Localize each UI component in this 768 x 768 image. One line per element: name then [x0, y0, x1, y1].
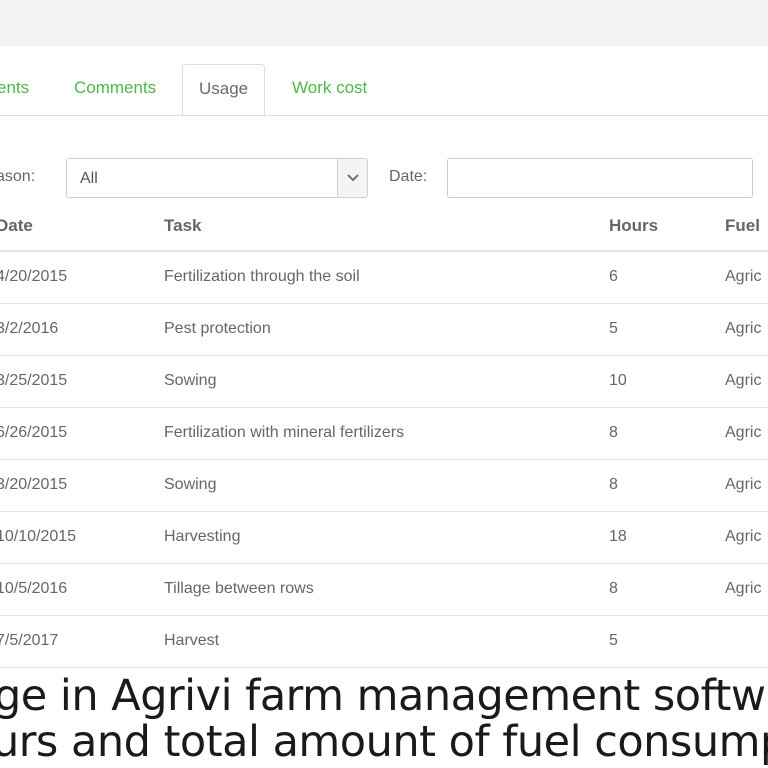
cell-date: 4/20/2015 — [0, 268, 68, 285]
cell-hours: 10 — [609, 372, 627, 389]
cell-date: 10/5/2016 — [0, 580, 68, 597]
cell-fuel: Agric — [725, 580, 762, 597]
cell-task: Tillage between rows — [164, 580, 314, 597]
cell-task: Sowing — [164, 476, 217, 493]
caption-line-1: ge in Agrivi farm management softwa — [0, 671, 768, 721]
table-row[interactable]: 3/25/2015 Sowing 10 Agric — [0, 356, 768, 408]
caption-overlay: ge in Agrivi farm management softwa urs … — [0, 668, 768, 768]
cell-task: Pest protection — [164, 320, 271, 337]
cell-hours: 8 — [609, 580, 618, 597]
cell-fuel: Agric — [725, 476, 762, 493]
table-row[interactable]: 3/20/2015 Sowing 8 Agric — [0, 460, 768, 512]
cell-task: Harvesting — [164, 528, 241, 545]
cell-task: Harvest — [164, 632, 220, 649]
cell-task: Fertilization with mineral fertilizers — [164, 424, 405, 441]
tab-comments[interactable]: Comments — [74, 64, 156, 115]
table-row[interactable]: 3/2/2016 Pest protection 5 Agric — [0, 304, 768, 356]
top-bar — [0, 0, 768, 46]
cell-date: 10/10/2015 — [0, 528, 77, 545]
tab-attachments[interactable]: ents — [0, 64, 29, 115]
tab-bar: ents Comments Usage Work cost — [0, 64, 768, 117]
season-select[interactable]: All — [66, 158, 368, 198]
tab-work-cost[interactable]: Work cost — [292, 64, 367, 115]
date-input[interactable] — [447, 158, 753, 198]
header-hours[interactable]: Hours — [609, 216, 658, 236]
header-task[interactable]: Task — [164, 216, 202, 236]
cell-hours: 8 — [609, 476, 618, 493]
cell-fuel: Agric — [725, 424, 762, 441]
chevron-down-icon[interactable] — [337, 159, 367, 197]
cell-hours: 8 — [609, 424, 618, 441]
cell-fuel: Agric — [725, 268, 762, 285]
cell-date: 3/25/2015 — [0, 372, 68, 389]
cell-date: 6/26/2015 — [0, 424, 68, 441]
cell-date: 3/20/2015 — [0, 476, 68, 493]
usage-table: Date Task Hours Fuel 4/20/2015 Fertiliza… — [0, 202, 768, 668]
cell-task: Fertilization through the soil — [164, 268, 360, 285]
table-row[interactable]: 7/5/2017 Harvest 5 — [0, 616, 768, 668]
cell-hours: 5 — [609, 632, 618, 649]
cell-hours: 5 — [609, 320, 618, 337]
date-label: Date: — [389, 168, 428, 185]
cell-fuel: Agric — [725, 372, 762, 389]
table-row[interactable]: 6/26/2015 Fertilization with mineral fer… — [0, 408, 768, 460]
cell-hours: 6 — [609, 268, 618, 285]
tab-usage[interactable]: Usage — [182, 64, 266, 117]
cell-fuel: Agric — [725, 528, 762, 545]
caption-line-2: urs and total amount of fuel consumpti — [0, 717, 768, 767]
header-date[interactable]: Date — [0, 216, 33, 236]
table-header: Date Task Hours Fuel — [0, 202, 768, 252]
cell-hours: 18 — [609, 528, 627, 545]
season-label: ason: — [0, 168, 36, 185]
header-fuel[interactable]: Fuel — [725, 216, 760, 236]
tab-divider — [0, 115, 768, 116]
cell-task: Sowing — [164, 372, 217, 389]
table-row[interactable]: 10/5/2016 Tillage between rows 8 Agric — [0, 564, 768, 616]
filter-bar: ason: All Date: — [0, 150, 768, 210]
cell-date: 3/2/2016 — [0, 320, 59, 337]
cell-fuel: Agric — [725, 320, 762, 337]
cell-date: 7/5/2017 — [0, 632, 59, 649]
table-row[interactable]: 10/10/2015 Harvesting 18 Agric — [0, 512, 768, 564]
season-select-value: All — [80, 170, 98, 187]
table-row[interactable]: 4/20/2015 Fertilization through the soil… — [0, 252, 768, 304]
